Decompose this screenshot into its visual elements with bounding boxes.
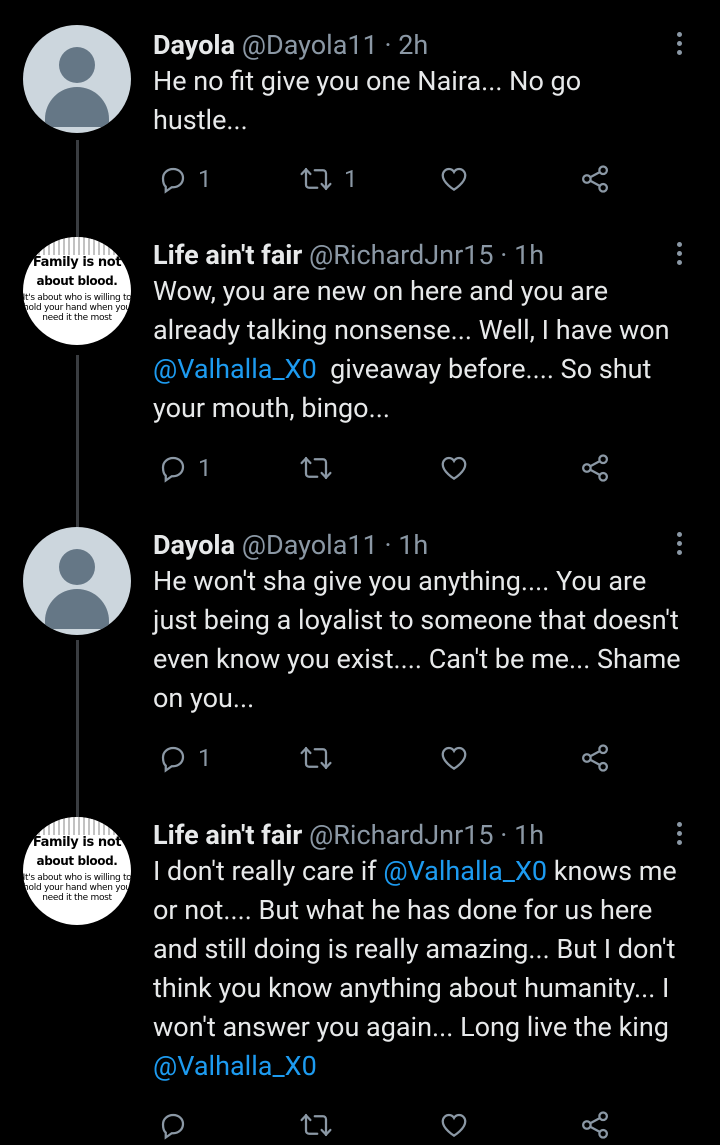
tweet[interactable]: Family is not about blood. It's about wh… — [0, 817, 720, 1145]
share-button[interactable] — [580, 448, 610, 488]
retweet-button[interactable] — [298, 738, 334, 778]
user-handle[interactable]: @RichardJnr15 — [309, 819, 494, 851]
quote-avatar[interactable]: Family is not about blood. It's about wh… — [23, 237, 131, 345]
sketch-hands-image — [23, 817, 131, 835]
retweet-icon — [300, 1113, 332, 1137]
reply-button[interactable]: 1 — [158, 448, 212, 488]
retweet-button[interactable] — [298, 448, 334, 488]
timestamp[interactable]: 1h — [514, 819, 544, 851]
tweet-header: Life ain't fair @RichardJnr15 · 1h — [153, 237, 544, 273]
tweet[interactable]: Dayola @Dayola11 · 2h He no fit give you… — [0, 25, 720, 207]
heart-icon — [441, 746, 467, 770]
display-name[interactable]: Dayola — [153, 29, 235, 61]
reply-icon — [161, 167, 185, 194]
more-options-icon[interactable] — [670, 529, 690, 559]
tweet-actions: 1 1 — [0, 159, 720, 199]
tweet-actions — [0, 1105, 720, 1145]
mention-link[interactable]: @Valhalla_X0 — [383, 855, 547, 887]
retweet-button[interactable] — [298, 1105, 334, 1145]
like-button[interactable] — [438, 738, 470, 778]
heart-icon — [441, 456, 467, 480]
timestamp[interactable]: 1h — [514, 239, 544, 271]
reply-thread: Dayola @Dayola11 · 2h He no fit give you… — [0, 0, 720, 1145]
like-button[interactable] — [438, 159, 470, 199]
tweet[interactable]: Family is not about blood. It's about wh… — [0, 237, 720, 497]
like-button[interactable] — [438, 448, 470, 488]
user-handle[interactable]: @Dayola11 — [242, 529, 378, 561]
user-handle[interactable]: @Dayola11 — [242, 29, 378, 61]
retweet-icon — [300, 746, 332, 770]
retweet-count: 1 — [344, 165, 358, 193]
mention-link[interactable]: @Valhalla_X0 — [153, 1050, 317, 1082]
retweet-button[interactable]: 1 — [298, 159, 358, 199]
user-handle[interactable]: @RichardJnr15 — [309, 239, 494, 271]
default-avatar-icon[interactable] — [23, 527, 131, 635]
reply-icon — [161, 1113, 185, 1140]
timestamp[interactable]: 2h — [398, 29, 428, 61]
reply-count: 1 — [198, 165, 212, 193]
reply-button[interactable] — [158, 1105, 188, 1145]
retweet-icon — [300, 456, 332, 480]
tweet-header: Life ain't fair @RichardJnr15 · 1h — [153, 817, 544, 853]
reply-count: 1 — [198, 744, 212, 772]
tweet-header: Dayola @Dayola11 · 2h — [153, 27, 428, 63]
mention-link[interactable]: @Valhalla_X0 — [153, 353, 317, 385]
tweet-text: He no fit give you one Naira... No go hu… — [153, 65, 582, 136]
separator-dot: · — [500, 239, 508, 271]
separator-dot: · — [384, 29, 392, 61]
tweet-header: Dayola @Dayola11 · 1h — [153, 527, 428, 563]
tweet-text: Wow, you are new on here and you are alr… — [153, 275, 670, 424]
reply-icon — [161, 746, 185, 773]
share-icon — [582, 1111, 608, 1139]
tweet-text: I don't really care if @Valhalla_X0 know… — [153, 855, 677, 1082]
heart-icon — [441, 1113, 467, 1137]
display-name[interactable]: Life ain't fair — [153, 819, 302, 851]
share-icon — [582, 454, 608, 482]
reply-button[interactable]: 1 — [158, 159, 212, 199]
share-icon — [582, 165, 608, 193]
share-button[interactable] — [580, 159, 610, 199]
heart-icon — [441, 167, 467, 191]
separator-dot: · — [500, 819, 508, 851]
retweet-icon — [300, 167, 332, 191]
reply-icon — [161, 456, 185, 483]
sketch-hands-image — [23, 237, 131, 255]
timestamp[interactable]: 1h — [398, 529, 428, 561]
tweet-actions: 1 — [0, 738, 720, 778]
default-avatar-icon[interactable] — [23, 25, 131, 133]
separator-dot: · — [384, 529, 392, 561]
more-options-icon[interactable] — [670, 819, 690, 849]
reply-button[interactable]: 1 — [158, 738, 212, 778]
more-options-icon[interactable] — [670, 239, 690, 269]
share-icon — [582, 744, 608, 772]
like-button[interactable] — [438, 1105, 470, 1145]
more-options-icon[interactable] — [670, 29, 690, 59]
share-button[interactable] — [580, 738, 610, 778]
share-button[interactable] — [580, 1105, 610, 1145]
tweet-actions: 1 — [0, 448, 720, 488]
reply-count: 1 — [198, 454, 212, 482]
quote-avatar[interactable]: Family is not about blood. It's about wh… — [23, 817, 131, 925]
display-name[interactable]: Dayola — [153, 529, 235, 561]
display-name[interactable]: Life ain't fair — [153, 239, 302, 271]
tweet[interactable]: Dayola @Dayola11 · 1h He won't sha give … — [0, 527, 720, 787]
tweet-text: He won't sha give you anything.... You a… — [153, 565, 681, 714]
